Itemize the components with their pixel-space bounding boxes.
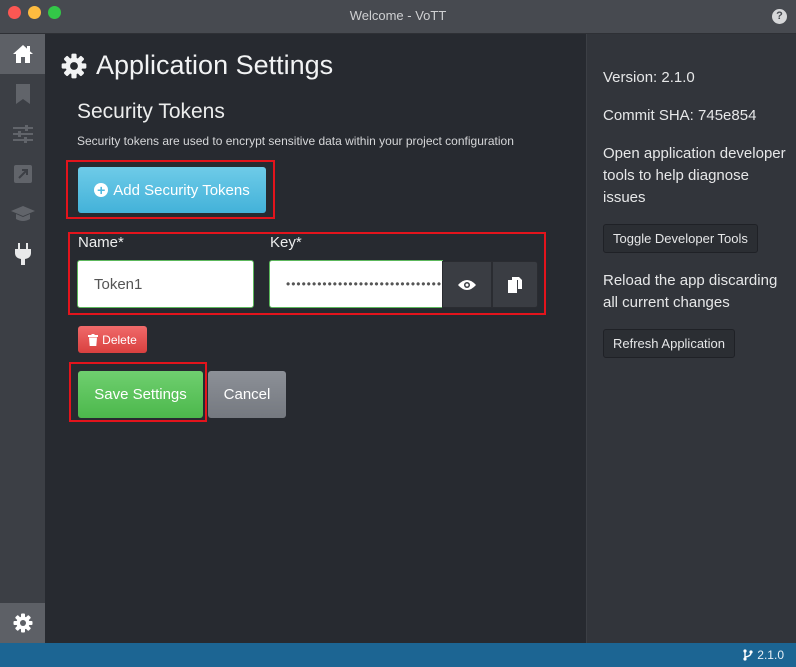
delete-label: Delete [102,332,137,347]
title-bar: Welcome - VoTT ? [0,0,796,34]
key-label: Key* [270,234,302,251]
save-settings-button[interactable]: Save Settings [78,371,203,418]
show-key-button[interactable] [442,261,492,308]
sidebar-item-sliders[interactable] [0,114,45,154]
gear-icon [61,53,87,78]
sidebar [0,34,45,643]
graduation-cap-icon [10,206,35,221]
status-version: 2.1.0 [743,648,784,662]
add-security-token-button[interactable]: + Add Security Tokens [78,167,266,213]
gear-icon [13,613,32,633]
plus-circle-icon: + [94,183,109,197]
status-version-text: 2.1.0 [757,648,784,662]
plug-icon [14,243,31,265]
bookmark-icon [15,84,30,104]
token-name-input[interactable]: Token1 [77,260,254,308]
info-panel: Version: 2.1.0 Commit SHA: 745e854 Open … [586,34,796,643]
refresh-description: Reload the app discarding all current ch… [603,272,778,311]
sidebar-item-export[interactable] [0,154,45,194]
name-label: Name* [78,234,124,251]
refresh-application-button[interactable]: Refresh Application [603,329,736,358]
sidebar-item-bookmark[interactable] [0,74,45,114]
sidebar-item-home[interactable] [0,34,45,74]
copy-key-button[interactable] [492,261,538,308]
section-description: Security tokens are used to encrypt sens… [77,134,514,148]
version-text: Version: 2.1.0 [603,69,695,86]
commit-sha-text: Commit SHA: 745e854 [603,107,757,124]
sidebar-item-connections[interactable] [0,234,45,274]
home-icon [12,45,33,63]
cancel-button[interactable]: Cancel [208,371,286,418]
token-key-input[interactable]: •••••••••••••••••••••••••••••• [269,260,443,308]
main-content: Application Settings Security Tokens Sec… [45,34,586,643]
eye-icon [458,279,476,290]
sidebar-item-settings[interactable] [0,603,45,643]
window-title: Welcome - VoTT [349,8,447,23]
code-branch-icon [743,649,753,661]
sidebar-item-active-learning[interactable] [0,194,45,234]
section-title: Security Tokens [77,100,225,123]
trash-icon [88,333,99,346]
toggle-developer-tools-button[interactable]: Toggle Developer Tools [603,224,758,253]
sliders-icon [12,125,33,143]
status-bar: 2.1.0 [0,643,796,667]
question-circle-icon[interactable]: ? [772,9,787,24]
page-title-text: Application Settings [96,50,334,80]
copy-icon [508,276,522,293]
page-title: Application Settings [61,50,333,81]
add-security-token-label: Add Security Tokens [113,181,250,199]
devtools-description: Open application developer tools to help… [603,145,786,206]
delete-token-button[interactable]: Delete [78,326,147,353]
external-link-icon [13,165,32,183]
